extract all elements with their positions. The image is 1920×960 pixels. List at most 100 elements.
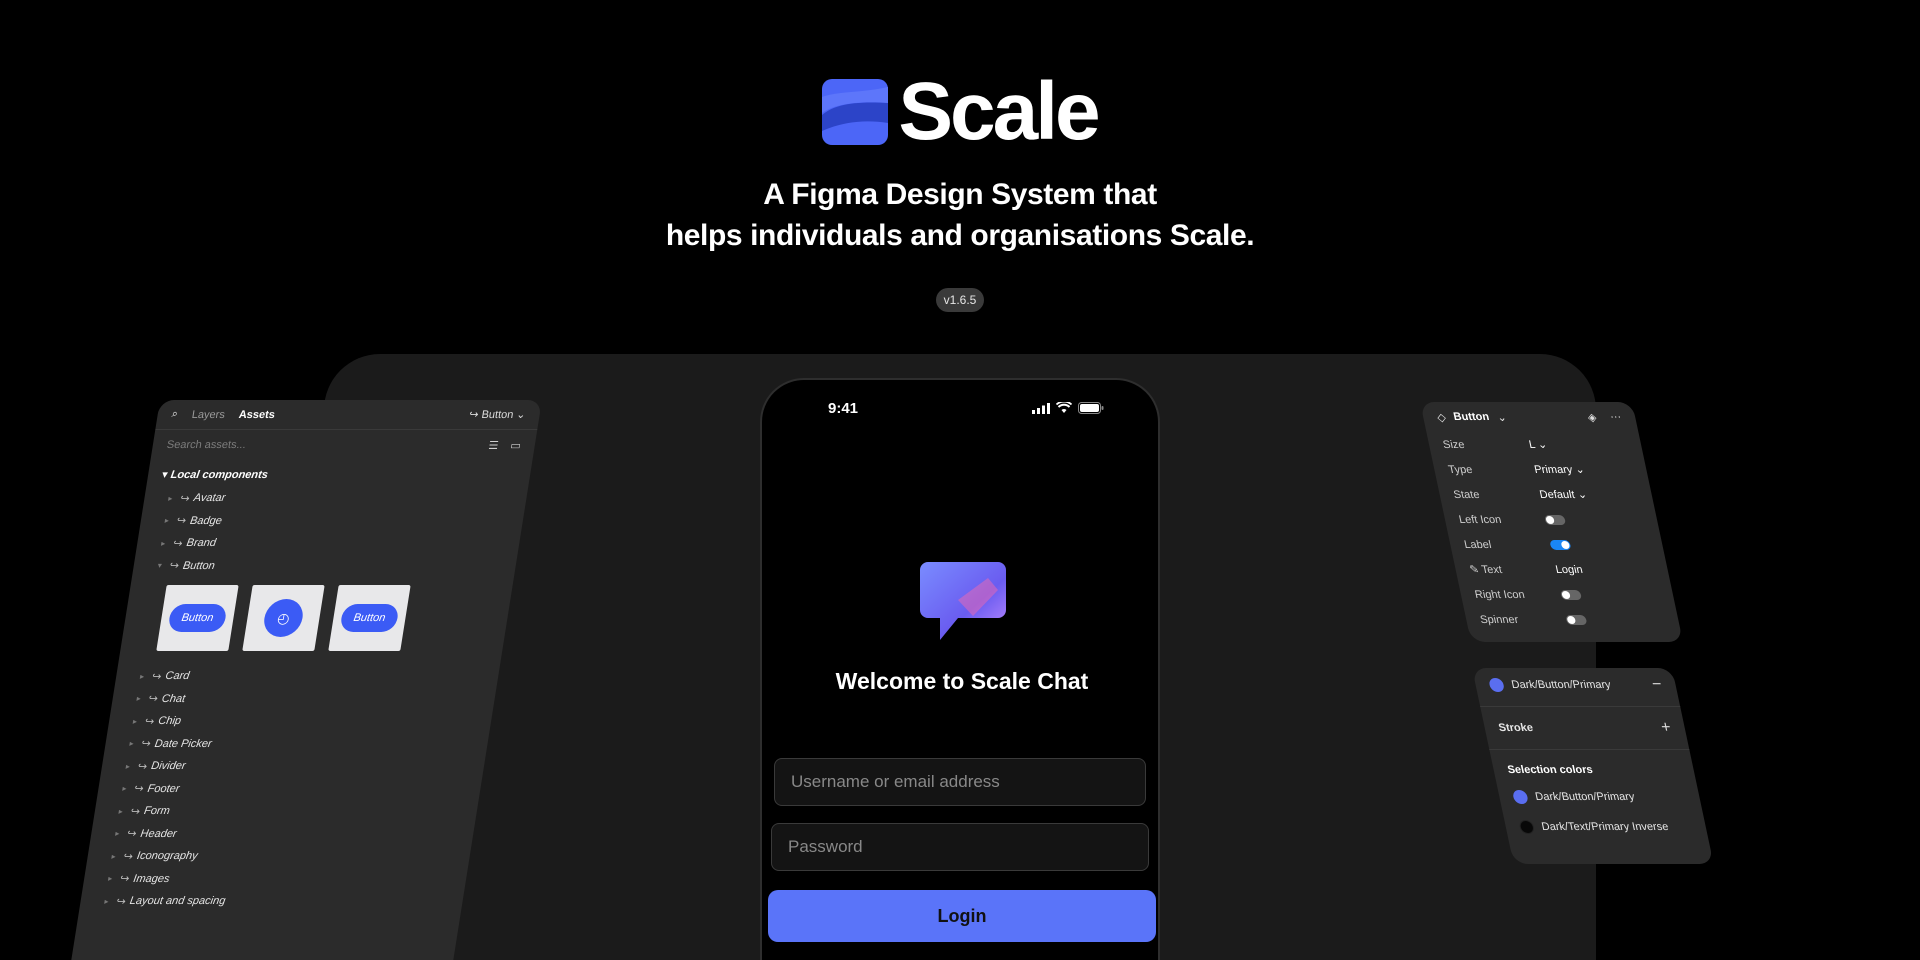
prop-value: Primary	[1533, 464, 1574, 476]
left-icon-toggle[interactable]	[1543, 514, 1567, 525]
component-diamond-icon: ◇	[1436, 411, 1448, 424]
component-arrow-icon: ↪	[168, 560, 180, 573]
prop-type-select[interactable]: Primary ⌄	[1533, 463, 1586, 476]
prop-value: L	[1527, 439, 1537, 451]
component-item-avatar[interactable]: ▸ ↪ Avatar	[143, 487, 529, 510]
component-item-iconography[interactable]: ▸ ↪ Iconography	[86, 845, 472, 868]
divider	[1489, 749, 1690, 750]
tagline-line-1: A Figma Design System that	[763, 178, 1157, 211]
component-arrow-icon: ↪	[129, 805, 141, 818]
username-input[interactable]: Username or email address	[774, 758, 1146, 806]
component-item-date-picker[interactable]: ▸ ↪ Date Picker	[104, 733, 490, 756]
status-bar: 9:41	[828, 396, 1104, 420]
prop-key: Spinner	[1478, 613, 1520, 626]
component-arrow-icon: ↪	[179, 492, 191, 505]
stroke-row: Stroke +	[1481, 711, 1688, 745]
component-item-chat[interactable]: ▸ ↪ Chat	[111, 688, 497, 711]
component-arrow-icon: ↪	[172, 537, 184, 550]
component-item-label: Brand	[185, 537, 217, 550]
component-item-button[interactable]: ▾ ↪ Button	[132, 555, 518, 578]
phone-mockup: 9:41 Welcome to Scale Chat Username or e…	[760, 378, 1160, 960]
plus-icon[interactable]: +	[1659, 719, 1672, 737]
search-icon[interactable]: ⌕	[171, 408, 179, 421]
component-item-divider[interactable]: ▸ ↪ Divider	[100, 755, 486, 778]
button-thumbnail[interactable]: Button	[156, 585, 239, 651]
spinner-toggle[interactable]	[1565, 614, 1588, 625]
component-item-label: Form	[143, 805, 171, 818]
color-swatch[interactable]	[1511, 790, 1529, 804]
label-toggle[interactable]	[1549, 539, 1572, 550]
prop-row-text: ✎ Text Login	[1453, 557, 1670, 582]
prop-row-spinner: Spinner	[1464, 607, 1681, 632]
fill-name: Dark/Button/Primary	[1510, 679, 1612, 691]
detach-icon[interactable]: ◈	[1586, 411, 1598, 424]
chevron-down-icon: ⌄	[1536, 439, 1549, 451]
right-icon-toggle[interactable]	[1559, 589, 1582, 600]
component-item-card[interactable]: ▸ ↪ Card	[114, 665, 500, 688]
component-arrow-icon: ↪	[175, 515, 187, 528]
button-thumbnail[interactable]: Button	[328, 585, 411, 651]
component-item-label: Chat	[160, 692, 187, 705]
color-swatch[interactable]	[1518, 820, 1536, 834]
component-title[interactable]: Button	[1452, 411, 1490, 423]
prop-size-select[interactable]: L ⌄	[1528, 438, 1549, 451]
component-arrow-icon: ↪	[133, 783, 145, 796]
fill-row[interactable]: Dark/Button/Primary −	[1472, 668, 1679, 702]
pencil-icon: ✎	[1468, 564, 1481, 576]
login-button[interactable]: Login	[768, 890, 1156, 942]
local-components-label: Local components	[169, 469, 269, 481]
prop-row-state: State Default ⌄	[1437, 482, 1654, 507]
colors-panel: Dark/Button/Primary − Stroke + Selection…	[1472, 668, 1714, 864]
tagline-line-2: helps individuals and organisations Scal…	[665, 219, 1255, 252]
assets-search: Search assets... ☰ ▭	[150, 430, 537, 460]
fill-swatch[interactable]	[1488, 678, 1506, 692]
search-assets-input[interactable]: Search assets...	[166, 439, 247, 451]
selection-color-row[interactable]: Dark/Text/Primary Inverse	[1502, 810, 1709, 844]
prop-row-size: Size L ⌄	[1426, 432, 1643, 457]
expand-triangle-icon: ▾	[161, 469, 169, 481]
prop-key: State	[1452, 488, 1481, 501]
prop-key: Size	[1441, 438, 1466, 451]
prop-value: Default	[1538, 489, 1576, 501]
library-icon[interactable]: ▭	[509, 439, 521, 452]
password-input[interactable]: Password	[771, 823, 1149, 871]
stroke-label: Stroke	[1497, 722, 1535, 734]
component-item-badge[interactable]: ▸ ↪ Badge	[139, 510, 525, 533]
tab-assets[interactable]: Assets	[238, 409, 276, 421]
component-item-chip[interactable]: ▸ ↪ Chip	[107, 710, 493, 733]
component-selector[interactable]: ↪ Button ⌄	[468, 408, 526, 421]
minus-icon[interactable]: −	[1650, 676, 1663, 694]
collapse-triangle-icon: ▸	[121, 784, 128, 794]
prop-state-select[interactable]: Default ⌄	[1538, 488, 1588, 501]
component-selector-label: ↪ Button	[468, 409, 515, 421]
text-value-input[interactable]: Login	[1554, 564, 1583, 576]
chat-icon: ◴	[261, 599, 306, 637]
chevron-down-icon: ⌄	[1576, 489, 1589, 501]
component-arrow-icon: ↪	[140, 738, 152, 751]
battery-icon	[1078, 402, 1104, 414]
component-item-header[interactable]: ▸ ↪ Header	[90, 823, 476, 846]
component-arrow-icon: ↪	[136, 760, 149, 773]
expand-triangle-icon: ▾	[157, 561, 163, 571]
component-item-footer[interactable]: ▸ ↪ Footer	[97, 778, 483, 801]
properties-header: ◇ Button ⌄ ◈ ···	[1420, 402, 1638, 432]
list-view-icon[interactable]: ☰	[488, 439, 500, 452]
component-item-label: Images	[132, 872, 171, 885]
more-options-icon[interactable]: ···	[1609, 411, 1623, 424]
icon-button-thumbnail[interactable]: ◴	[242, 585, 325, 651]
component-arrow-icon: ↪	[119, 873, 131, 886]
chevron-down-icon[interactable]: ⌄	[1496, 411, 1508, 424]
component-item-images[interactable]: ▸ ↪ Images	[82, 868, 468, 891]
component-item-form[interactable]: ▸ ↪ Form	[93, 800, 479, 823]
component-item-layout-and-spacing[interactable]: ▸ ↪ Layout and spacing	[79, 890, 465, 913]
component-item-label: Date Picker	[153, 737, 213, 750]
version-badge: v1.6.5	[936, 288, 984, 312]
component-item-brand[interactable]: ▸ ↪ Brand	[136, 532, 522, 555]
chat-bubble-icon	[920, 562, 1006, 640]
prop-row-left-icon: Left Icon	[1442, 507, 1659, 532]
component-item-label: Layout and spacing	[128, 895, 227, 908]
collapse-triangle-icon: ▸	[164, 516, 170, 526]
tab-layers[interactable]: Layers	[191, 409, 226, 421]
selection-color-row[interactable]: Dark/Button/Primary	[1496, 780, 1703, 814]
local-components-heading[interactable]: ▾ Local components	[146, 460, 532, 487]
